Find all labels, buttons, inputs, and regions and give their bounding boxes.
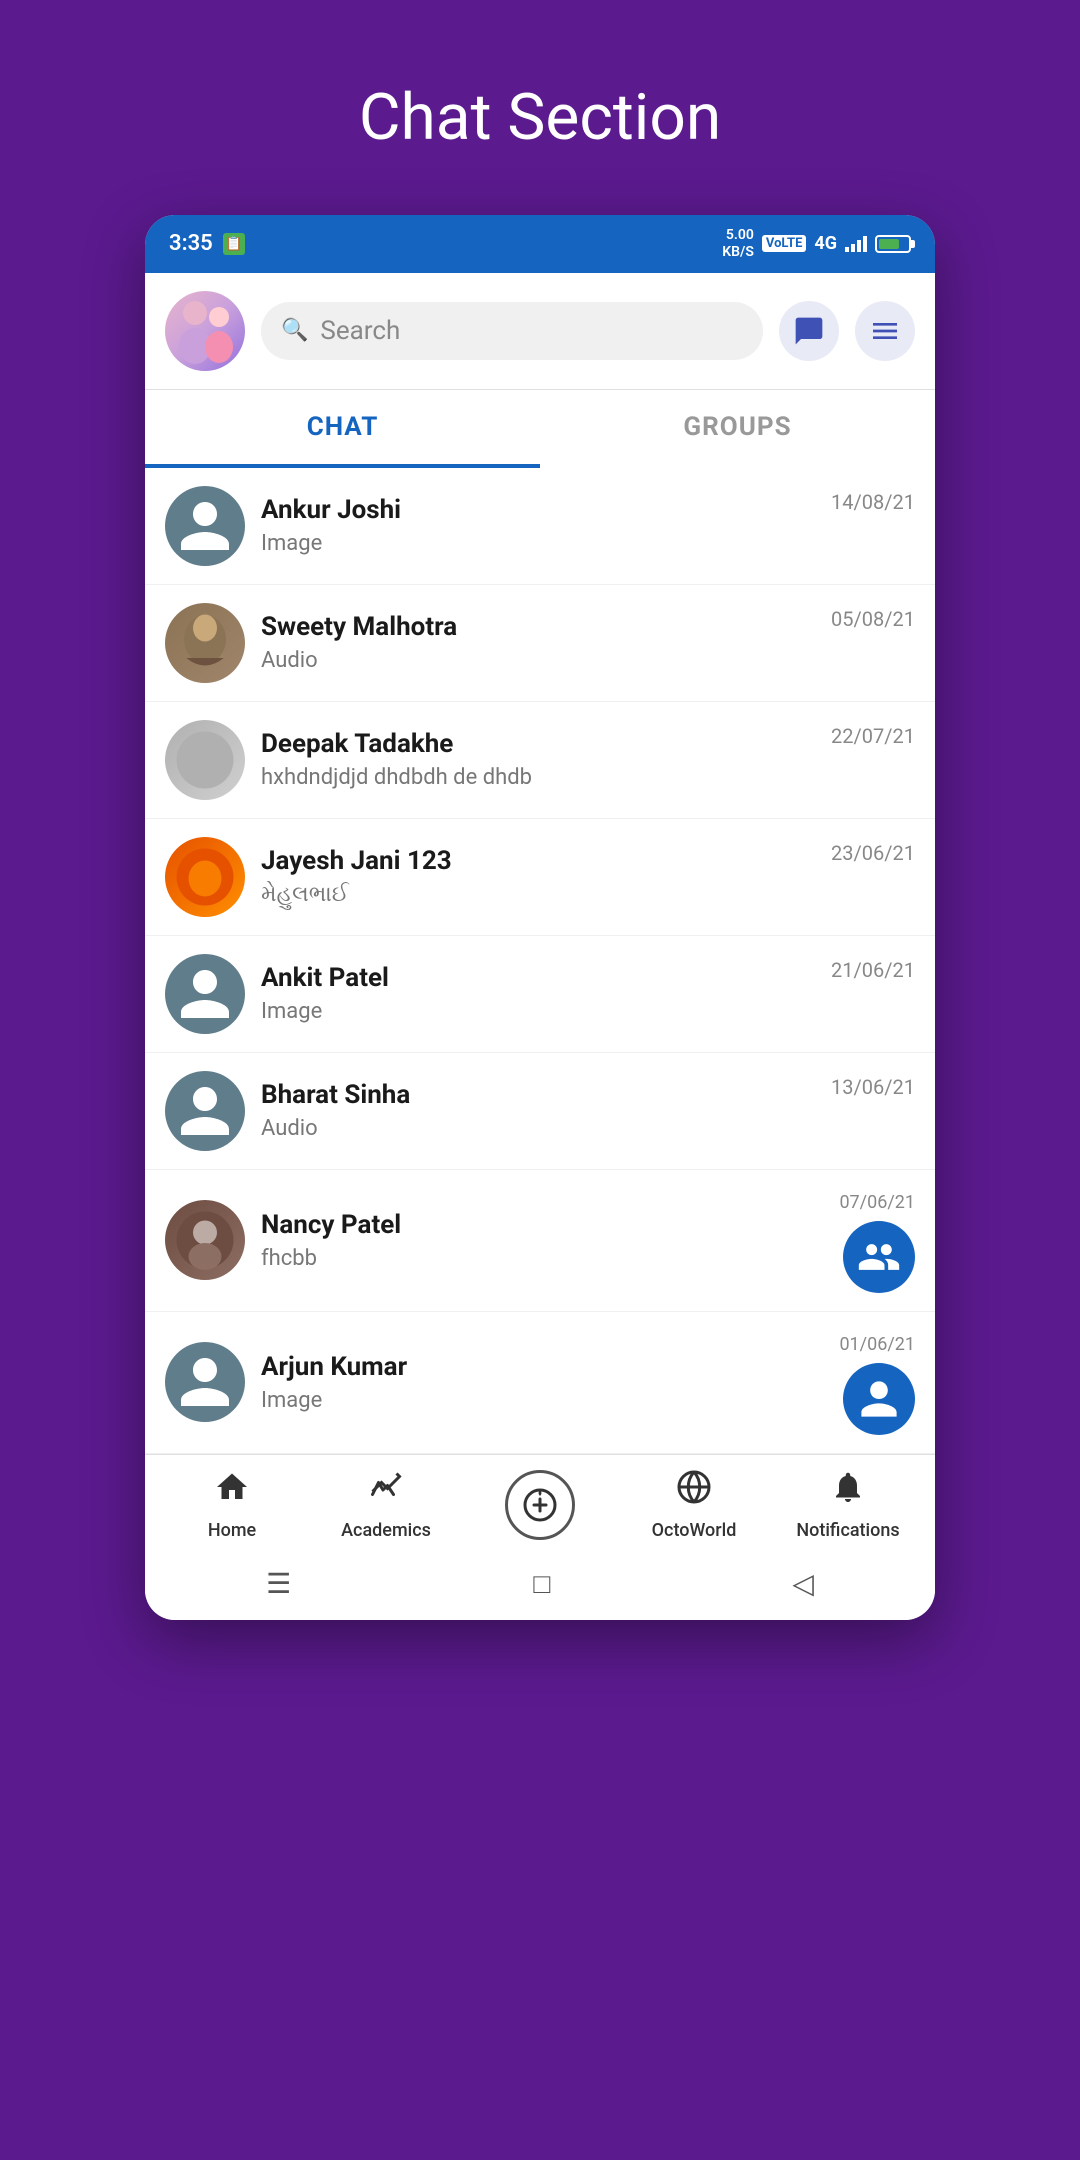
tab-chat[interactable]: CHAT bbox=[145, 390, 540, 468]
add-icon[interactable] bbox=[505, 1470, 575, 1540]
status-right: 5.00 KB/S VoLTE 4G bbox=[722, 227, 911, 261]
nav-add[interactable] bbox=[463, 1470, 617, 1540]
android-home-button[interactable]: □ bbox=[533, 1567, 550, 1600]
chat-item[interactable]: Bharat Sinha Audio 13/06/21 bbox=[145, 1053, 935, 1170]
chat-avatar bbox=[165, 1071, 245, 1151]
signal-bars bbox=[845, 236, 867, 252]
chat-item[interactable]: Ankit Patel Image 21/06/21 bbox=[145, 936, 935, 1053]
tab-groups[interactable]: GROUPS bbox=[540, 390, 935, 468]
network-type: 4G bbox=[814, 233, 837, 254]
status-left: 3:35 📋 bbox=[169, 231, 245, 256]
battery-icon bbox=[875, 235, 911, 253]
menu-icon-button[interactable] bbox=[855, 301, 915, 361]
chat-info: Ankit Patel Image bbox=[261, 963, 815, 1024]
bottom-nav: Home Academics bbox=[145, 1454, 935, 1551]
academics-icon bbox=[368, 1469, 404, 1514]
chat-item[interactable]: Sweety Malhotra Audio 05/08/21 bbox=[145, 585, 935, 702]
home-icon bbox=[214, 1469, 250, 1514]
search-icon: 🔍 bbox=[281, 318, 308, 343]
chat-avatar bbox=[165, 954, 245, 1034]
chat-info: Arjun Kumar Image bbox=[261, 1352, 823, 1413]
chat-avatar bbox=[165, 603, 245, 683]
chat-list: Ankur Joshi Image 14/08/21 Sweety Malhot… bbox=[145, 468, 935, 1454]
chat-info: Sweety Malhotra Audio bbox=[261, 612, 815, 673]
status-icon: 📋 bbox=[223, 233, 245, 255]
android-menu-button[interactable]: ☰ bbox=[266, 1567, 291, 1600]
search-bar[interactable]: 🔍 Search bbox=[261, 302, 763, 360]
notifications-icon bbox=[830, 1469, 866, 1514]
group-fab-button[interactable] bbox=[843, 1221, 915, 1293]
nav-notifications[interactable]: Notifications bbox=[771, 1469, 925, 1541]
app-header: 🔍 Search bbox=[145, 273, 935, 390]
nav-academics[interactable]: Academics bbox=[309, 1469, 463, 1541]
chat-item[interactable]: Arjun Kumar Image 01/06/21 bbox=[145, 1312, 935, 1454]
user-avatar[interactable] bbox=[165, 291, 245, 371]
chat-avatar bbox=[165, 486, 245, 566]
chat-icon-button[interactable] bbox=[779, 301, 839, 361]
android-back-button[interactable]: ◁ bbox=[792, 1567, 814, 1600]
chat-avatar bbox=[165, 837, 245, 917]
chat-avatar bbox=[165, 1342, 245, 1422]
chat-item[interactable]: Ankur Joshi Image 14/08/21 bbox=[145, 468, 935, 585]
android-nav-bar: ☰ □ ◁ bbox=[145, 1551, 935, 1620]
nav-octoworld[interactable]: OctoWorld bbox=[617, 1469, 771, 1541]
chat-item[interactable]: Nancy Patel fhcbb 07/06/21 bbox=[145, 1170, 935, 1312]
chat-info: Jayesh Jani 123 મેહુલભાઈ bbox=[261, 846, 815, 907]
chat-info: Deepak Tadakhe hxhdndjdjd dhdbdh de dhdb bbox=[261, 729, 815, 790]
volte-badge: VoLTE bbox=[762, 235, 807, 252]
status-bar: 3:35 📋 5.00 KB/S VoLTE 4G bbox=[145, 215, 935, 273]
chat-item[interactable]: Deepak Tadakhe hxhdndjdjd dhdbdh de dhdb… bbox=[145, 702, 935, 819]
chat-info: Ankur Joshi Image bbox=[261, 495, 815, 556]
nav-home[interactable]: Home bbox=[155, 1469, 309, 1541]
phone-frame: 3:35 📋 5.00 KB/S VoLTE 4G bbox=[145, 215, 935, 1620]
tab-bar: CHAT GROUPS bbox=[145, 390, 935, 468]
page-title: Chat Section bbox=[359, 80, 721, 155]
chat-info: Bharat Sinha Audio bbox=[261, 1080, 815, 1141]
chat-info: Nancy Patel fhcbb bbox=[261, 1210, 823, 1271]
search-placeholder: Search bbox=[320, 316, 400, 346]
chat-avatar bbox=[165, 720, 245, 800]
contact-fab-button[interactable] bbox=[843, 1363, 915, 1435]
chat-item[interactable]: Jayesh Jani 123 મેહુલભાઈ 23/06/21 bbox=[145, 819, 935, 936]
octoworld-icon bbox=[676, 1469, 712, 1514]
avatar-img bbox=[165, 291, 245, 371]
status-time: 3:35 bbox=[169, 231, 213, 256]
data-speed: 5.00 KB/S bbox=[722, 227, 754, 261]
chat-avatar bbox=[165, 1200, 245, 1280]
